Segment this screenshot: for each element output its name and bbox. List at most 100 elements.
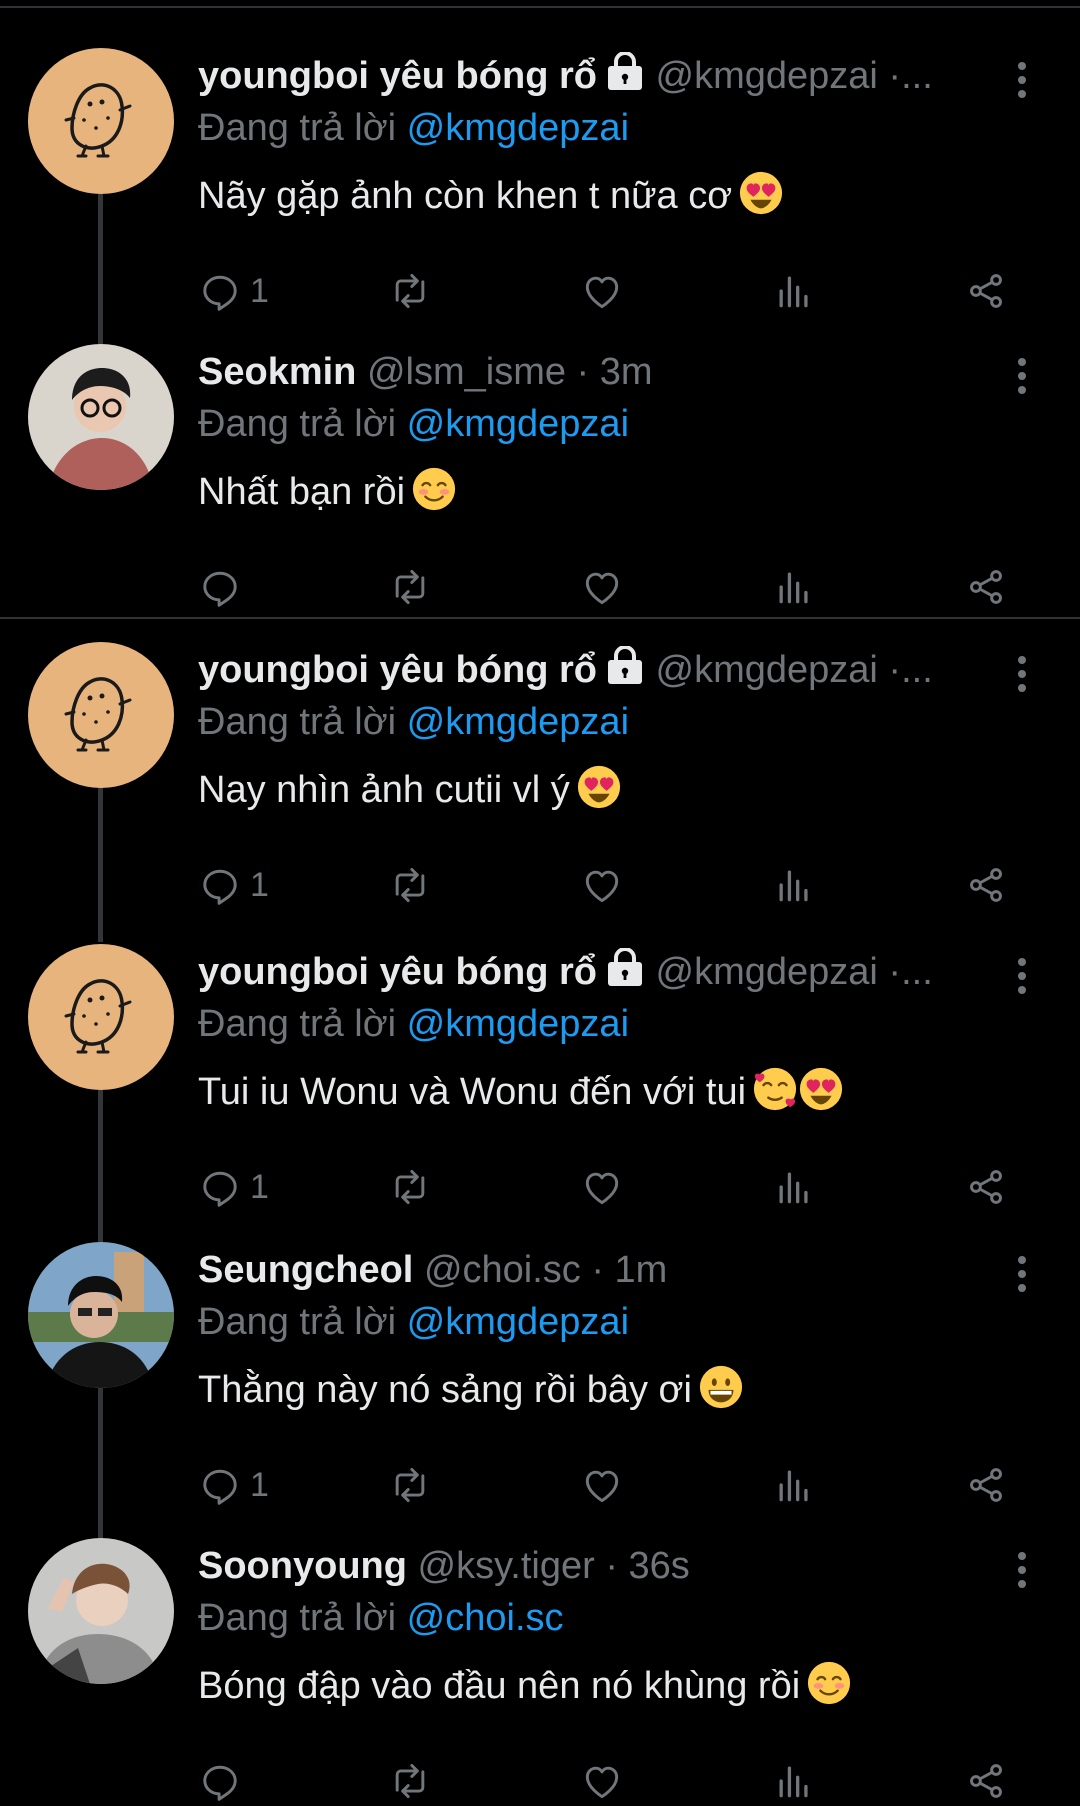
more-options-icon[interactable] bbox=[1006, 954, 1038, 998]
reply-icon bbox=[198, 1165, 242, 1209]
tweet[interactable]: Seungcheol @choi.sc · 1m Đang trả lời @k… bbox=[0, 1242, 1080, 1540]
tweet-text: Bóng đập vào đầu nên nó khùng rồi bbox=[198, 1660, 852, 1710]
avatar[interactable] bbox=[28, 1242, 174, 1388]
more-options-icon[interactable] bbox=[1006, 354, 1038, 398]
avatar[interactable] bbox=[28, 642, 174, 788]
reply-button[interactable]: 1 bbox=[198, 1460, 269, 1510]
share-button[interactable] bbox=[964, 1460, 1008, 1510]
display-name[interactable]: Seokmin bbox=[198, 351, 356, 393]
like-button[interactable] bbox=[580, 1756, 624, 1806]
reply-count: 1 bbox=[250, 1167, 269, 1206]
tweet-text-content: Tui iu Wonu và Wonu đến với tui bbox=[198, 1071, 747, 1113]
reply-mention[interactable]: @kmgdepzai bbox=[407, 1003, 629, 1045]
lock-icon bbox=[605, 948, 645, 988]
views-button[interactable] bbox=[772, 860, 816, 910]
reply-button[interactable] bbox=[198, 1756, 250, 1806]
views-button[interactable] bbox=[772, 1162, 816, 1212]
action-bar: 1 bbox=[198, 1162, 1028, 1212]
views-button[interactable] bbox=[772, 266, 816, 316]
avatar[interactable] bbox=[28, 1538, 174, 1684]
display-name[interactable]: Soonyoung bbox=[198, 1545, 407, 1587]
reply-mention[interactable]: @kmgdepzai bbox=[407, 701, 629, 743]
share-button[interactable] bbox=[964, 1756, 1008, 1806]
reply-mention[interactable]: @kmgdepzai bbox=[407, 1301, 629, 1343]
retweet-icon bbox=[388, 565, 432, 609]
top-divider bbox=[0, 6, 1080, 8]
more-options-icon[interactable] bbox=[1006, 1252, 1038, 1296]
heart-eyes-emoji-icon bbox=[798, 1066, 844, 1112]
retweet-button[interactable] bbox=[388, 266, 432, 316]
like-button[interactable] bbox=[580, 562, 624, 612]
share-button[interactable] bbox=[964, 860, 1008, 910]
handle-time: @choi.sc · 1m bbox=[423, 1249, 668, 1291]
retweet-button[interactable] bbox=[388, 1756, 432, 1806]
reply-context: Đang trả lời @kmgdepzai bbox=[198, 104, 629, 152]
retweet-button[interactable] bbox=[388, 1162, 432, 1212]
like-button[interactable] bbox=[580, 860, 624, 910]
share-button[interactable] bbox=[964, 562, 1008, 612]
share-button[interactable] bbox=[964, 1162, 1008, 1212]
reply-prefix: Đang trả lời bbox=[198, 701, 397, 743]
reply-prefix: Đang trả lời bbox=[198, 1301, 397, 1343]
thread-line bbox=[98, 1388, 103, 1540]
tweet[interactable]: Seokmin @lsm_isme · 3m Đang trả lời @kmg… bbox=[0, 344, 1080, 606]
display-name[interactable]: youngboi yêu bóng rổ bbox=[198, 649, 597, 691]
action-bar bbox=[198, 1756, 1028, 1806]
tweet-header: youngboi yêu bóng rổ @kmgdepzai ·... bbox=[198, 646, 978, 694]
avatar[interactable] bbox=[28, 48, 174, 194]
share-button[interactable] bbox=[964, 266, 1008, 316]
reply-button[interactable]: 1 bbox=[198, 860, 269, 910]
views-button[interactable] bbox=[772, 1756, 816, 1806]
reply-mention[interactable]: @choi.sc bbox=[407, 1597, 564, 1639]
reply-context: Đang trả lời @kmgdepzai bbox=[198, 698, 629, 746]
retweet-button[interactable] bbox=[388, 860, 432, 910]
like-button[interactable] bbox=[580, 1162, 624, 1212]
retweet-icon bbox=[388, 1759, 432, 1803]
display-name[interactable]: youngboi yêu bóng rổ bbox=[198, 951, 597, 993]
smiling-hearts-emoji-icon bbox=[752, 1066, 798, 1112]
handle-time: @kmgdepzai ·... bbox=[655, 55, 933, 97]
bar-chart-icon bbox=[772, 1759, 816, 1803]
tweet-text: Nãy gặp ảnh còn khen t nữa cơ bbox=[198, 170, 784, 220]
reply-mention[interactable]: @kmgdepzai bbox=[407, 403, 629, 445]
retweet-button[interactable] bbox=[388, 562, 432, 612]
user-photo-icon bbox=[28, 344, 174, 490]
tweet[interactable]: youngboi yêu bóng rổ @kmgdepzai ·... Đan… bbox=[0, 944, 1080, 1244]
reply-button[interactable] bbox=[198, 562, 250, 612]
tweet-text: Tui iu Wonu và Wonu đến với tui bbox=[198, 1066, 844, 1116]
avatar[interactable] bbox=[28, 344, 174, 490]
smiling-blush-emoji-icon bbox=[806, 1660, 852, 1706]
reply-button[interactable]: 1 bbox=[198, 1162, 269, 1212]
views-button[interactable] bbox=[772, 562, 816, 612]
views-button[interactable] bbox=[772, 1460, 816, 1510]
reply-icon bbox=[198, 1463, 242, 1507]
reply-prefix: Đang trả lời bbox=[198, 107, 397, 149]
avatar[interactable] bbox=[28, 944, 174, 1090]
retweet-icon bbox=[388, 1463, 432, 1507]
reply-mention[interactable]: @kmgdepzai bbox=[407, 107, 629, 149]
more-options-icon[interactable] bbox=[1006, 652, 1038, 696]
display-name[interactable]: Seungcheol bbox=[198, 1249, 413, 1291]
like-button[interactable] bbox=[580, 266, 624, 316]
heart-icon bbox=[580, 863, 624, 907]
reply-count: 1 bbox=[250, 865, 269, 904]
like-button[interactable] bbox=[580, 1460, 624, 1510]
potato-avatar-icon bbox=[28, 48, 174, 194]
tweet[interactable]: youngboi yêu bóng rổ @kmgdepzai ·... Đan… bbox=[0, 48, 1080, 390]
tweet-header: Soonyoung @ksy.tiger · 36s bbox=[198, 1542, 978, 1590]
retweet-icon bbox=[388, 863, 432, 907]
reply-button[interactable]: 1 bbox=[198, 266, 269, 316]
thread-line bbox=[98, 1090, 103, 1244]
tweet[interactable]: youngboi yêu bóng rổ @kmgdepzai ·... Đan… bbox=[0, 642, 1080, 942]
reply-icon bbox=[198, 863, 242, 907]
display-name[interactable]: youngboi yêu bóng rổ bbox=[198, 55, 597, 97]
more-options-icon[interactable] bbox=[1006, 58, 1038, 102]
heart-eyes-emoji-icon bbox=[738, 170, 784, 216]
more-options-icon[interactable] bbox=[1006, 1548, 1038, 1592]
reply-count: 1 bbox=[250, 271, 269, 310]
tweet[interactable]: Soonyoung @ksy.tiger · 36s Đang trả lời … bbox=[0, 1538, 1080, 1800]
action-bar: 1 bbox=[198, 266, 1028, 316]
retweet-button[interactable] bbox=[388, 1460, 432, 1510]
tweet-text-content: Nay nhìn ảnh cutii vl ý bbox=[198, 769, 570, 811]
heart-eyes-emoji-icon bbox=[576, 764, 622, 810]
